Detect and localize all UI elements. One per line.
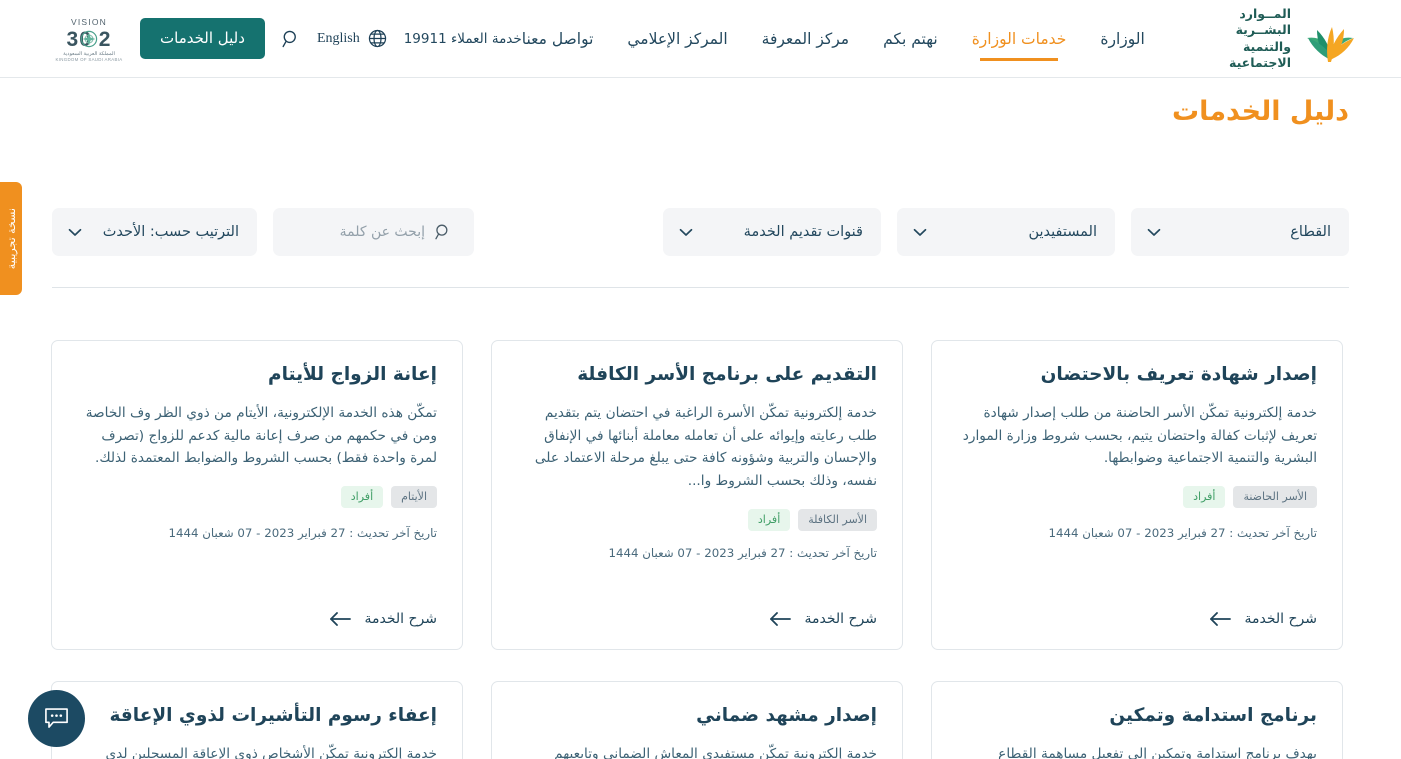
service-card-details-label: شرح الخدمة (364, 611, 438, 627)
beta-version-tab[interactable]: نسخة تجريبية (0, 182, 22, 295)
service-card[interactable]: التقديم على برنامج الأسر الكافلة خدمة إلك… (491, 340, 903, 650)
service-card-details-link[interactable]: شرح الخدمة (329, 611, 438, 627)
nav-item-ministry-services[interactable]: خدمات الوزارة (971, 0, 1067, 78)
service-card-details-label: شرح الخدمة (1244, 611, 1318, 627)
mhrsd-palm-logo (1307, 26, 1354, 62)
service-card-description: خدمة إلكترونية تمكّن الأسر الحاضنة من طل… (962, 404, 1317, 467)
nav-item-knowledge-center[interactable]: مركز المعرفة (762, 0, 849, 78)
service-card-tag: أفراد (1183, 486, 1226, 509)
filter-beneficiaries-label: المستفيدين (1028, 224, 1097, 240)
nav-label: خدمات الوزارة (971, 29, 1067, 48)
service-card-tag: أفراد (340, 486, 384, 509)
filter-sort[interactable]: الترتيب حسب: الأحدث (52, 208, 257, 256)
chat-support-button[interactable] (28, 690, 85, 747)
service-card-title: إصدار مشهد ضماني (696, 705, 877, 726)
site-header: المــوارد البشــرية والتنمية الاجتماعية … (0, 0, 1401, 78)
language-label: English (316, 30, 360, 46)
filter-beneficiaries[interactable]: المستفيدين (897, 208, 1115, 256)
service-card-title: برنامج استدامة وتمكين (1109, 705, 1317, 726)
service-card-title: إعفاء رسوم التأشيرات لذوي الإعاقة (109, 705, 437, 726)
service-card-updated-date: تاريخ آخر تحديث : 27 فبراير 2023 - 07 شع… (608, 546, 877, 560)
service-card-description: خدمة إلكترونية تمكّن الأسرة الراغبة في ا… (534, 404, 877, 490)
search-box[interactable] (273, 208, 474, 256)
nav-label: نهتم بكم (883, 29, 938, 48)
header-tools: خدمة العملاء 19911 English دليل الخدمات … (42, 13, 522, 65)
service-card[interactable]: برنامج استدامة وتمكين يهدف برنامج استدامة… (931, 681, 1343, 759)
service-cards-grid: إصدار شهادة تعريف بالاحتضان خدمة إلكتروني… (51, 340, 1343, 759)
service-card-updated-date: تاريخ آخر تحديث : 27 فبراير 2023 - 07 شع… (168, 526, 437, 540)
svg-text:KINGDOM OF SAUDI ARABIA: KINGDOM OF SAUDI ARABIA (56, 57, 123, 62)
filter-sector-label: القطاع (1290, 224, 1331, 240)
header-search-button[interactable] (281, 29, 301, 49)
services-guide-button[interactable]: دليل الخدمات (140, 18, 265, 59)
nav-item-media-center[interactable]: المركز الإعلامي (627, 0, 727, 78)
service-card-description: خدمة إلكترونية تمكّن الأشخاص ذوي الإعاقة… (105, 745, 437, 759)
search-icon (282, 30, 296, 47)
filter-service-channels[interactable]: قنوات تقديم الخدمة (663, 208, 881, 256)
service-card-tags: الأسر الكافلة أفراد (517, 508, 877, 531)
chat-bubble-icon (45, 708, 68, 728)
ministry-logo-text: المــوارد البشــرية والتنمية الاجتماعية (1229, 5, 1291, 71)
service-card-title: إصدار شهادة تعريف بالاحتضان (1040, 364, 1317, 385)
service-card-description: خدمة إلكترونية تمكّن مستفيدي المعاش الضم… (554, 745, 877, 759)
nav-item-ministry[interactable]: الوزارة (1100, 0, 1144, 78)
service-card-details-link[interactable]: شرح الخدمة (769, 611, 878, 627)
service-card-details-link[interactable]: شرح الخدمة (1209, 611, 1318, 627)
filter-sector[interactable]: القطاع (1131, 208, 1349, 256)
arrow-left-icon (329, 612, 351, 626)
nav-item-contact-us[interactable]: تواصل معنا (522, 0, 594, 78)
page-title: دليل الخدمات (1172, 96, 1349, 127)
nav-item-we-care[interactable]: نهتم بكم (883, 0, 938, 78)
service-card-tag: الأيتام (391, 486, 437, 509)
filter-service-channels-label: قنوات تقديم الخدمة (743, 224, 863, 240)
service-card-tag: الأسر الحاضنة (1233, 486, 1317, 509)
service-card-tag: الأسر الكافلة (798, 508, 877, 531)
chevron-down-icon (679, 228, 693, 236)
service-card[interactable]: إصدار شهادة تعريف بالاحتضان خدمة إلكتروني… (931, 340, 1343, 650)
nav-label: المركز الإعلامي (627, 29, 728, 48)
filter-bar: القطاع المستفيدين قنوات تقديم الخدمة الت… (52, 208, 1349, 256)
globe-icon (368, 29, 386, 48)
service-card-updated-date: تاريخ آخر تحديث : 27 فبراير 2023 - 07 شع… (1048, 526, 1317, 540)
service-card-tag: أفراد (747, 508, 791, 531)
chevron-down-icon (1147, 228, 1161, 236)
main-navigation: الوزارة خدمات الوزارة نهتم بكم مركز المع… (522, 0, 1145, 78)
filter-sort-label: الترتيب حسب: الأحدث (102, 224, 239, 240)
nav-label: مركز المعرفة (761, 29, 850, 48)
service-card-tags: الأيتام أفراد (77, 486, 437, 509)
service-card-description: تمكّن هذه الخدمة الإلكترونية، الأيتام من… (85, 404, 437, 467)
service-card-tags: الأسر الحاضنة أفراد (957, 486, 1317, 509)
ministry-logo[interactable]: المــوارد البشــرية والتنمية الاجتماعية (1187, 6, 1361, 72)
nav-label: الوزارة (1100, 29, 1145, 48)
service-card-description: يهدف برنامج استدامة وتمكين إلى تفعيل مسا… (998, 745, 1317, 759)
arrow-left-icon (769, 612, 791, 626)
service-card-title: إعانة الزواج للأيتام (268, 364, 437, 385)
language-switcher[interactable]: English (317, 28, 388, 49)
section-divider (52, 287, 1349, 288)
chevron-down-icon (913, 228, 927, 236)
service-card-details-label: شرح الخدمة (804, 611, 878, 627)
arrow-left-icon (1209, 612, 1231, 626)
chevron-down-icon (68, 228, 82, 236)
svg-text:VISION: VISION (71, 17, 107, 27)
nav-label: تواصل معنا (521, 29, 594, 48)
service-card[interactable]: إعفاء رسوم التأشيرات لذوي الإعاقة خدمة إل… (51, 681, 463, 759)
customer-service-label[interactable]: خدمة العملاء 19911 (404, 31, 522, 47)
service-card[interactable]: إصدار مشهد ضماني خدمة إلكترونية تمكّن مست… (491, 681, 903, 759)
search-input[interactable] (305, 224, 425, 240)
beta-version-label: نسخة تجريبية (4, 207, 18, 270)
search-icon (435, 224, 448, 240)
service-card[interactable]: إعانة الزواج للأيتام تمكّن هذه الخدمة الإ… (51, 340, 463, 650)
service-card-title: التقديم على برنامج الأسر الكافلة (577, 364, 877, 385)
vision-2030-logo[interactable]: VISION 2 30 المملكة العربية السعودية KIN… (54, 13, 124, 65)
